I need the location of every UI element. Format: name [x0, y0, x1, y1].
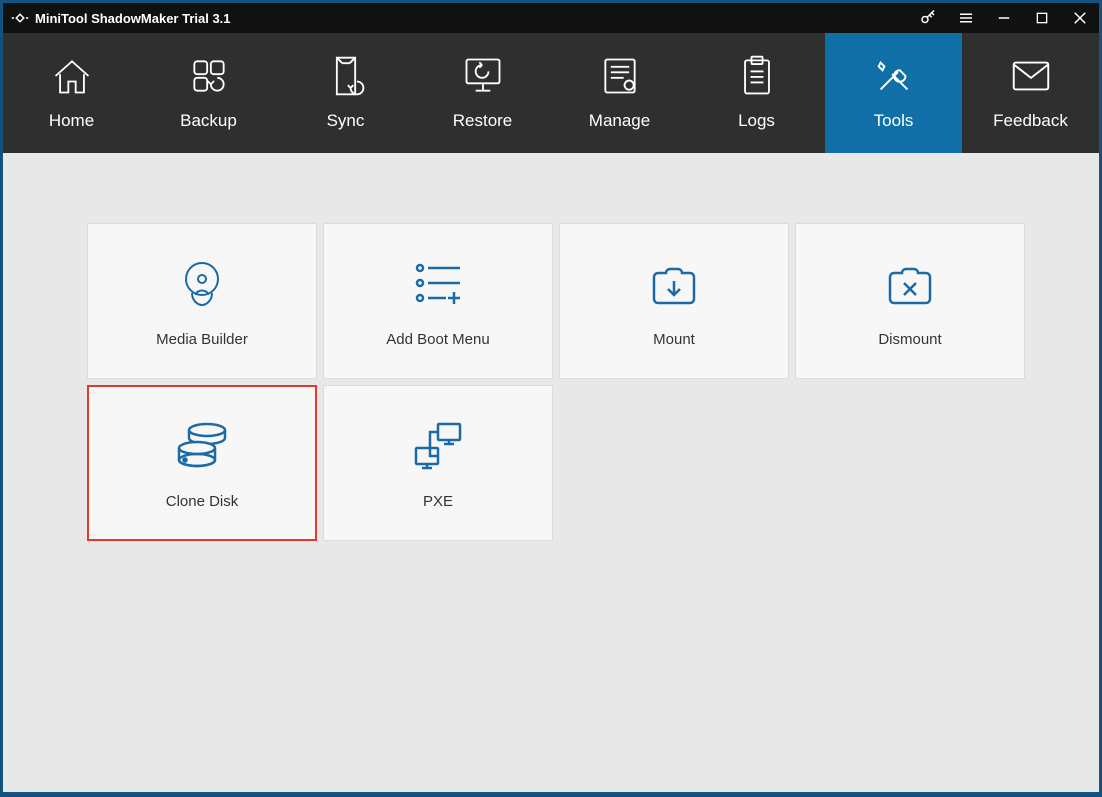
restore-icon	[459, 55, 507, 97]
navbar: Home Backup Sync	[3, 33, 1099, 153]
dismount-icon	[882, 255, 938, 311]
logs-icon	[737, 55, 777, 97]
close-button[interactable]	[1061, 3, 1099, 33]
tool-media-builder[interactable]: Media Builder	[87, 223, 317, 379]
media-builder-icon	[174, 255, 230, 311]
mount-icon	[646, 255, 702, 311]
app-window: MiniTool ShadowMaker Trial 3.1	[2, 2, 1100, 793]
tool-label: PXE	[423, 493, 453, 510]
minimize-button[interactable]	[985, 3, 1023, 33]
nav-home[interactable]: Home	[3, 33, 140, 153]
nav-manage[interactable]: Manage	[551, 33, 688, 153]
pxe-icon	[408, 417, 468, 473]
sync-icon	[326, 55, 366, 97]
nav-feedback[interactable]: Feedback	[962, 33, 1099, 153]
nav-label: Manage	[589, 111, 650, 131]
nav-label: Home	[49, 111, 94, 131]
add-boot-menu-icon	[408, 255, 468, 311]
maximize-button[interactable]	[1023, 3, 1061, 33]
tool-grid: Media Builder Add Boot Menu	[87, 223, 1015, 541]
tool-label: Media Builder	[156, 331, 248, 348]
tool-clone-disk[interactable]: Clone Disk	[87, 385, 317, 541]
nav-tools[interactable]: Tools	[825, 33, 962, 153]
nav-sync[interactable]: Sync	[277, 33, 414, 153]
tool-dismount[interactable]: Dismount	[795, 223, 1025, 379]
nav-label: Feedback	[993, 111, 1068, 131]
nav-backup[interactable]: Backup	[140, 33, 277, 153]
nav-label: Backup	[180, 111, 237, 131]
tools-icon	[871, 55, 917, 97]
tool-label: Mount	[653, 331, 695, 348]
clone-disk-icon	[171, 417, 233, 473]
menu-button[interactable]	[947, 3, 985, 33]
manage-icon	[598, 55, 642, 97]
feedback-icon	[1008, 55, 1054, 97]
nav-restore[interactable]: Restore	[414, 33, 551, 153]
app-logo-icon	[11, 9, 29, 27]
home-icon	[50, 55, 94, 97]
tool-label: Clone Disk	[166, 493, 239, 510]
app-title: MiniTool ShadowMaker Trial 3.1	[35, 11, 231, 26]
titlebar: MiniTool ShadowMaker Trial 3.1	[3, 3, 1099, 33]
tool-add-boot-menu[interactable]: Add Boot Menu	[323, 223, 553, 379]
key-button[interactable]	[909, 3, 947, 33]
nav-label: Tools	[874, 111, 914, 131]
tool-label: Add Boot Menu	[386, 331, 489, 348]
tool-pxe[interactable]: PXE	[323, 385, 553, 541]
tool-label: Dismount	[878, 331, 941, 348]
nav-label: Sync	[327, 111, 365, 131]
tools-content: Media Builder Add Boot Menu	[3, 153, 1099, 792]
nav-label: Logs	[738, 111, 775, 131]
backup-icon	[187, 55, 231, 97]
nav-logs[interactable]: Logs	[688, 33, 825, 153]
nav-label: Restore	[453, 111, 513, 131]
tool-mount[interactable]: Mount	[559, 223, 789, 379]
